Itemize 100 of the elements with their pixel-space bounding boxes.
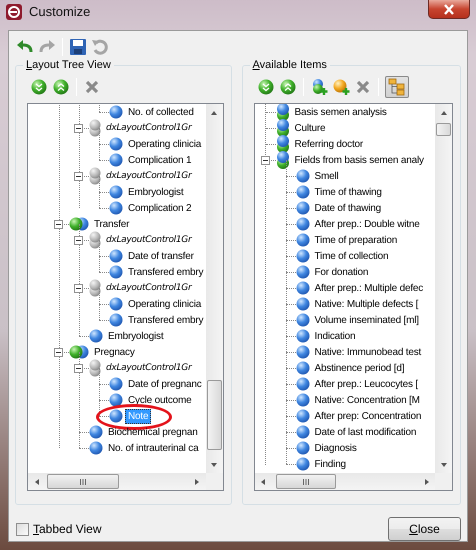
tree-item[interactable]: Embryologist [125,184,186,200]
tree-view-button[interactable] [384,76,409,98]
tree-item[interactable]: Abstinence period [d] [312,360,408,376]
tree-view[interactable] [254,103,453,491]
expand-all-button[interactable] [256,78,275,96]
delete-button[interactable] [83,78,101,96]
expand-all-icon [31,79,47,95]
ball-icon [109,409,123,423]
close-button[interactable]: Close [388,517,461,541]
ball-icon [109,153,123,167]
vertical-scrollbar[interactable] [435,104,452,473]
ball-stack-icon [89,359,101,377]
group-title: Available Items [250,58,330,72]
ball-stack-icon [89,119,101,137]
tree-item[interactable]: Indication [312,328,358,344]
expand-all-button[interactable] [30,78,48,96]
tree-item[interactable]: For donation [312,264,372,280]
app-icon [5,3,23,21]
reset-icon [91,38,109,56]
expander-toggle[interactable] [74,284,83,293]
expander-toggle[interactable] [54,220,63,229]
tree-item[interactable]: Date of last modification [312,424,420,440]
tree-item[interactable]: Culture [292,120,328,136]
tree-item[interactable]: Finding [312,456,349,472]
tree-item[interactable]: Operating clinicia [125,136,204,152]
tree-item[interactable]: Time of thawing [312,184,385,200]
tree-item[interactable]: Biochemical pregnan [105,424,201,440]
tree-item[interactable]: After prep.: Multiple defec [312,280,426,296]
tree-item[interactable]: Date of thawing [312,200,384,216]
tree-item[interactable]: dxLayoutControl1Gr [103,360,194,376]
ball-icon [296,313,310,327]
horizontal-scrollbar[interactable] [254,473,435,490]
tree-item[interactable]: Complication 2 [125,200,194,216]
expander-toggle[interactable] [74,172,83,181]
checkbox-label[interactable]: Tabbed View [33,520,102,538]
tree-item[interactable]: Native: Multiple defects [ [312,296,422,312]
tree-item[interactable]: Embryologist [105,328,166,344]
tree-item[interactable]: Transfered embry [125,264,206,280]
tree-view[interactable] [27,103,224,491]
tree-item[interactable]: Complication 1 [125,152,194,168]
ball-icon [109,393,123,407]
collapse-all-button[interactable] [52,78,70,96]
ball-icon [296,249,310,263]
tree-item[interactable]: Time of preparation [312,232,400,248]
checkbox[interactable] [16,522,29,536]
tree-item[interactable]: No. of intrauterinal ca [105,440,202,456]
tree-item[interactable]: After prep.: Leucocytes [ [312,376,421,392]
tree-item[interactable]: Volume inseminated [ml] [312,312,422,328]
expander-toggle[interactable] [74,124,83,133]
ball-icon [296,425,310,439]
tree-item[interactable]: Date of pregnanc [125,376,205,392]
tree-item[interactable]: Fields from basis semen analy [292,152,427,168]
ball-icon [296,441,310,455]
tree-item[interactable]: Pregnacy [91,344,138,360]
expander-toggle[interactable] [74,236,83,245]
collapse-all-button[interactable] [278,78,297,96]
expander-toggle[interactable] [54,348,63,357]
tree-item[interactable]: Date of transfer [125,248,197,264]
tree-item[interactable]: Native: Concentration [M [312,392,423,408]
tree-item[interactable]: dxLayoutControl1Gr [103,168,194,184]
add-item-button[interactable] [332,78,350,96]
tree-item[interactable]: dxLayoutControl1Gr [103,280,194,296]
tree-item[interactable]: Diagnosis [312,440,360,456]
ball-icon [109,185,123,199]
tree-item[interactable]: Cycle outcome [125,392,195,408]
window-title: Customize [29,3,90,21]
horizontal-scrollbar[interactable] [28,473,206,490]
expander-toggle[interactable] [260,156,270,165]
tree-item[interactable]: Native: Immunobead test [312,344,424,360]
ball-icon [296,409,310,423]
ball-icon [109,137,123,151]
tree-item[interactable]: Transfer [91,216,132,232]
ball-icon [109,201,123,215]
close-button[interactable] [428,0,470,19]
tree-item[interactable]: Smell [312,168,342,184]
collapse-all-icon [280,79,296,95]
tree-item[interactable]: Operating clinicia [125,296,204,312]
ball-stack-icon [276,135,290,153]
tree-item[interactable]: After prep.: Double witne [312,216,423,232]
ball-icon [296,457,310,471]
ball-icon [296,361,310,375]
delete-icon [354,79,371,95]
tree-item[interactable]: Referring doctor [292,136,366,152]
tree-item[interactable]: Basis semen analysis [292,104,390,120]
ball-stack-icon [89,167,101,185]
expander-toggle[interactable] [74,364,83,373]
save-icon [69,38,87,56]
tree-item[interactable]: After prep: Concentration [312,408,424,424]
vertical-scrollbar[interactable] [206,104,223,473]
ball-icon [109,105,123,119]
ball-stack-icon [276,151,290,169]
tree-item[interactable]: Time of collection [312,248,392,264]
tree-item[interactable]: dxLayoutControl1Gr [103,232,194,248]
tree-item[interactable]: Transfered embry [125,312,206,328]
tree-item[interactable]: No. of collected [125,104,197,120]
ball-stack-icon [276,119,290,137]
save-button[interactable] [69,38,87,56]
ball-icon [296,201,310,215]
ball-icon [296,169,310,183]
tree-item[interactable]: dxLayoutControl1Gr [103,120,194,136]
